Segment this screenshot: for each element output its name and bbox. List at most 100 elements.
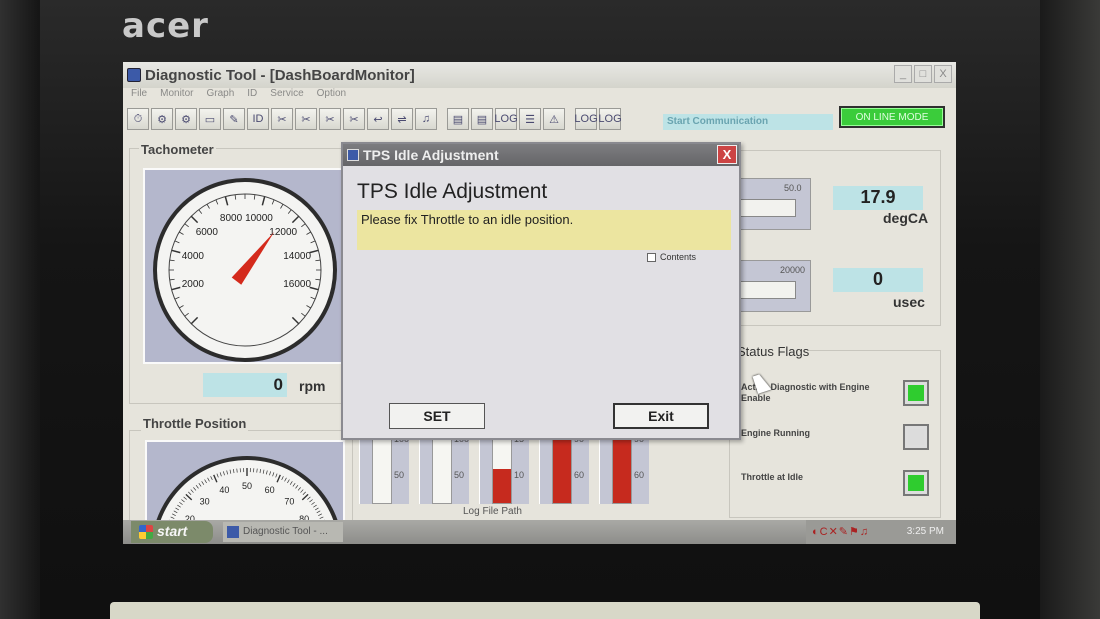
bar-gauge-track: [372, 434, 392, 504]
adjust4-tool-icon[interactable]: ✂: [343, 108, 365, 130]
readout2-slider-field[interactable]: [738, 281, 796, 299]
readout1-value: 17.9: [833, 186, 923, 210]
window-title: Diagnostic Tool - [DashBoardMonitor]: [145, 66, 415, 84]
start-button[interactable]: start: [131, 521, 213, 543]
log-record-tool-icon[interactable]: LOG: [574, 108, 598, 130]
tach-tick-label: 12000: [269, 227, 297, 238]
dialog-titlebar[interactable]: TPS Idle Adjustment X: [343, 144, 739, 166]
return-tool-icon[interactable]: ↩: [367, 108, 389, 130]
throttle-tick-label: 40: [219, 485, 229, 495]
bar-gauge-1: 10050: [359, 434, 409, 504]
close-button[interactable]: X: [934, 65, 952, 83]
taskbar-diagnostic-tool[interactable]: Diagnostic Tool - ...: [223, 522, 343, 542]
adjust1-tool-icon[interactable]: ✂: [271, 108, 293, 130]
tachometer-dial: 2000 4000 60008000 10000 12000 14000 16000: [153, 178, 337, 362]
bar-gauge-track: [552, 434, 572, 504]
dialog-app-icon: [347, 149, 359, 161]
warning-tool-icon[interactable]: ⚠: [543, 108, 565, 130]
flag-throttle-idle-lamp: [908, 475, 924, 491]
set-button[interactable]: SET: [389, 403, 485, 429]
tach-tick-label: 10000: [245, 213, 273, 224]
bar-gauge-track: [612, 434, 632, 504]
contents-checkbox[interactable]: [647, 252, 656, 262]
display-tool-icon[interactable]: ▭: [199, 108, 221, 130]
keyboard-edge: [110, 602, 980, 619]
online-mode-label: ON LINE MODE: [841, 108, 943, 126]
adjust2-tool-icon[interactable]: ✂: [295, 108, 317, 130]
readout2-slider[interactable]: 20000: [735, 260, 811, 312]
engine-tool-icon[interactable]: ⚙: [151, 108, 173, 130]
clock: 3:25 PM: [906, 526, 944, 537]
contents-checkbox-row[interactable]: Contents: [647, 252, 696, 262]
menu-option[interactable]: Option: [317, 88, 346, 104]
windows-logo-icon: [139, 525, 153, 539]
tach-tick-label: 16000: [283, 279, 311, 290]
menu-file[interactable]: File: [131, 88, 147, 104]
bar-gauge-5: 9060: [599, 434, 649, 504]
readout1-slider-max: 50.0: [784, 183, 802, 193]
minimize-button[interactable]: _: [894, 65, 912, 83]
folder-tool-icon[interactable]: ▤: [447, 108, 469, 130]
id-tool-icon[interactable]: ID: [247, 108, 269, 130]
readout1-unit: degCA: [883, 210, 929, 226]
menu-id[interactable]: ID: [247, 88, 257, 104]
log-file-path-label[interactable]: Log File Path: [463, 506, 522, 517]
dialog-message: Please fix Throttle to an idle position.: [361, 212, 574, 227]
log-open-tool-icon[interactable]: LOG: [494, 108, 518, 130]
flag-diagnostic-indicator: [903, 380, 929, 406]
bar-gauge-3: 1510: [479, 434, 529, 504]
tps-idle-dialog: TPS Idle Adjustment X TPS Idle Adjustmen…: [341, 142, 741, 440]
dialog-close-button[interactable]: X: [717, 145, 737, 164]
exit-button[interactable]: Exit: [613, 403, 709, 429]
bar-gauge-track: [492, 434, 512, 504]
readout1-slider-field[interactable]: [738, 199, 796, 217]
save-tool-icon[interactable]: ▤: [471, 108, 493, 130]
throttle-label: Throttle Position: [141, 416, 249, 431]
bar-gauge-tick-mid: 60: [574, 470, 585, 480]
bar-gauge-tick-mid: 10: [514, 470, 525, 480]
window-controls: _ □ X: [894, 65, 952, 83]
screen: Diagnostic Tool - [DashBoardMonitor] _ □…: [123, 62, 956, 544]
throttle-tick-label: 70: [284, 496, 294, 506]
window-titlebar[interactable]: Diagnostic Tool - [DashBoardMonitor] _ □…: [123, 62, 956, 88]
rpm-value: 0: [203, 373, 287, 397]
list-tool-icon[interactable]: ☰: [519, 108, 541, 130]
dialog-heading: TPS Idle Adjustment: [357, 180, 548, 203]
dialog-title: TPS Idle Adjustment: [363, 147, 499, 163]
tach-tick-label: 6000: [196, 227, 219, 238]
adjust3-tool-icon[interactable]: ✂: [319, 108, 341, 130]
start-communication-status[interactable]: Start Communication: [663, 114, 833, 130]
edit-tool-icon[interactable]: ✎: [223, 108, 245, 130]
taskbar-task-label: Diagnostic Tool - ...: [243, 526, 328, 537]
sound-tool-icon[interactable]: ♫: [415, 108, 437, 130]
contents-checkbox-label: Contents: [660, 252, 697, 262]
readout1-slider[interactable]: 50.0: [735, 178, 811, 230]
bar-gauge-fill: [613, 435, 631, 503]
maximize-button[interactable]: □: [914, 65, 932, 83]
tach-tick-label: 2000: [182, 279, 205, 290]
tach-tick-label: 4000: [182, 251, 205, 262]
menu-graph[interactable]: Graph: [206, 88, 234, 104]
status-flags-label: Status Flags: [737, 344, 810, 359]
taskbar-app-icon: [227, 526, 239, 538]
throttle-tick-label: 50: [242, 481, 252, 491]
readout2-unit: usec: [893, 294, 925, 310]
menu-service[interactable]: Service: [270, 88, 303, 104]
bar-gauge-4: 9060: [539, 434, 589, 504]
flag-throttle-idle-text: Throttle at Idle: [741, 472, 804, 482]
bezel-left: [0, 0, 40, 619]
tray-icons[interactable]: ◐C✕✎⚑♫: [812, 525, 869, 538]
menu-monitor[interactable]: Monitor: [160, 88, 193, 104]
bar-gauge-tick-mid: 50: [454, 470, 465, 480]
bar-gauge-tick-mid: 50: [394, 470, 405, 480]
engine2-tool-icon[interactable]: ⚙: [175, 108, 197, 130]
swap-tool-icon[interactable]: ⇌: [391, 108, 413, 130]
bar-gauge-fill: [553, 435, 571, 503]
tachometer-gauge: 2000 4000 6000 8000 10000 12000 14000 16000: [143, 168, 343, 364]
system-tray: ◐C✕✎⚑♫ 3:25 PM: [806, 520, 956, 544]
bar-gauge-track: [432, 434, 452, 504]
flag-throttle-idle-indicator: [903, 470, 929, 496]
log-stop-tool-icon[interactable]: LOG: [598, 108, 622, 130]
timer-tool-icon[interactable]: ⏱: [127, 108, 149, 130]
flag-engine-running-text: Engine Running: [741, 428, 810, 438]
